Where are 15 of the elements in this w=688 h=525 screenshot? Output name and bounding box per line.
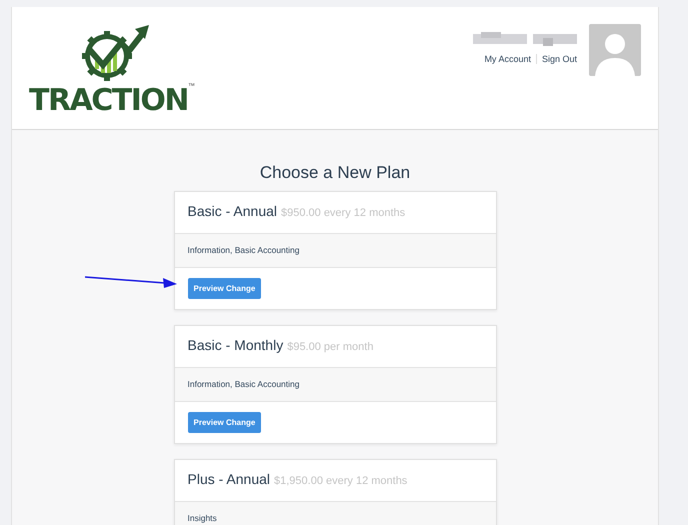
plan-features: Information, Basic Accounting <box>188 379 300 389</box>
plan-price: $950.00 every 12 months <box>281 206 406 221</box>
plan-name: Basic - Annual <box>188 203 277 220</box>
plan-price: $95.00 per month <box>287 340 374 355</box>
plan-features: Insights <box>188 513 217 523</box>
brand-name: TRACTION <box>29 83 188 119</box>
page-title: Choose a New Plan <box>260 163 410 183</box>
plan-price: $1,950.00 every 12 months <box>274 474 408 489</box>
account-link[interactable]: Sign Out <box>542 54 577 64</box>
plan-name: Basic - Monthly <box>188 337 284 354</box>
plan-features: Information, Basic Accounting <box>188 245 300 255</box>
account-link[interactable]: My Account <box>484 54 531 64</box>
plan-name: Plus - Annual <box>188 471 270 488</box>
avatar-icon <box>589 24 641 76</box>
gear-chart-logo-icon <box>79 23 151 83</box>
